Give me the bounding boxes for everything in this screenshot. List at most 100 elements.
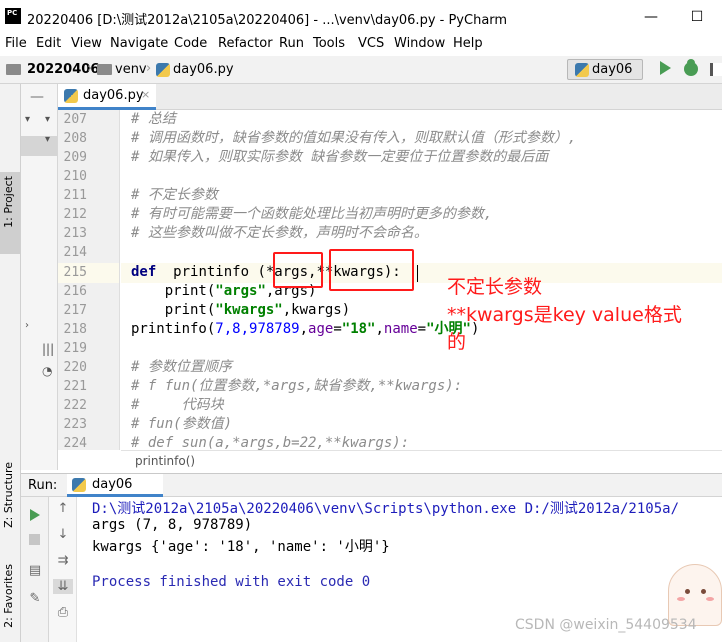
debug-bug-icon[interactable] (684, 59, 698, 76)
code-line-222: # 代码块 (131, 397, 224, 413)
run-tab-day06[interactable]: day06 (67, 474, 163, 497)
menu-navigate[interactable]: Navigate (110, 36, 168, 51)
code-token: print( (131, 283, 216, 299)
mascot-eye (685, 589, 690, 594)
string-literal: "args" (215, 283, 266, 299)
function-breadcrumb[interactable]: printinfo() (135, 454, 195, 468)
code-line-218: printinfo(7,8,978789,age="18",name="小明") (131, 320, 479, 339)
project-panel: — ▾ ▾ ▾ › ||| ◔ (21, 84, 58, 470)
rerun-icon[interactable] (30, 509, 40, 521)
code-token: print( (131, 302, 216, 318)
left-tool-strip: 1: Project Z: Structure 2: Favorites (0, 84, 21, 642)
line-number: 215 (63, 265, 87, 280)
menu-bar: File Edit View Navigate Code Refactor Ru… (0, 34, 722, 56)
run-with-coverage-icon[interactable] (710, 63, 722, 76)
line-number: 220 (63, 360, 87, 375)
run-configuration-dropdown[interactable]: day06 (567, 59, 643, 80)
chevron-down-icon[interactable]: ▾ (45, 114, 50, 125)
close-icon[interactable]: × (141, 88, 150, 101)
console-line: kwargs {'age': '18', 'name': '小明'} (92, 539, 390, 555)
scroll-to-end-icon[interactable]: ⇊ (53, 579, 73, 594)
line-number: 211 (63, 188, 87, 203)
code-line-223: # fun(参数值) (131, 416, 233, 432)
project-tool-button[interactable]: 1: Project (2, 176, 15, 228)
line-number: 221 (63, 379, 87, 394)
annotation-kwargs-note: **kwargs是key value格式 (447, 304, 682, 326)
title-bar: PC 20220406 [D:\测试2012a\2105a\20220406] … (0, 0, 722, 34)
menu-code[interactable]: Code (174, 36, 207, 51)
breadcrumb-file[interactable]: day06.py (173, 62, 234, 77)
code-editor[interactable]: # 总结 # 调用函数时，缺省参数的值如果没有传入，则取默认值（形式参数）, #… (121, 110, 722, 450)
line-number: 214 (63, 245, 87, 260)
code-line-217: print("kwargs",kwargs) (131, 301, 350, 320)
maximize-button[interactable]: ☐ (684, 6, 710, 28)
arrow-down-icon[interactable]: ↓ (53, 527, 73, 542)
code-line-212: # 有时可能需要一个函数能处理比当初声明时更多的参数, (131, 206, 493, 222)
run-icon[interactable] (660, 61, 671, 75)
soft-wrap-icon[interactable]: ⇉ (53, 553, 73, 568)
console-line: D:\测试2012a\2105a\20220406\venv\Scripts\p… (92, 501, 680, 517)
mascot-eye (701, 589, 706, 594)
code-token: = (417, 321, 427, 337)
window-title: 20220406 [D:\测试2012a\2105a\20220406] - .… (27, 13, 508, 28)
selected-tree-row[interactable] (21, 136, 57, 156)
chevron-right-icon[interactable]: › (25, 320, 29, 331)
python-file-icon (72, 478, 86, 492)
line-number: 209 (63, 150, 87, 165)
menu-run[interactable]: Run (279, 36, 304, 51)
mascot-blush (706, 597, 714, 601)
arrow-up-icon[interactable]: ↑ (53, 501, 73, 516)
menu-file[interactable]: File (5, 36, 27, 51)
chevron-down-icon[interactable]: ▾ (25, 114, 30, 125)
code-token: = (333, 321, 342, 337)
line-number: 222 (63, 398, 87, 413)
number-literal: 7,8,978789 (215, 321, 300, 337)
layout-icon[interactable]: ▤ (25, 563, 45, 578)
favorites-tool-button[interactable]: 2: Favorites (2, 564, 15, 628)
menu-refactor[interactable]: Refactor (218, 36, 273, 51)
breadcrumb-folder[interactable]: venv (115, 62, 147, 77)
line-number: 224 (63, 436, 87, 450)
annotation-kwargs-note-cont: 的 (447, 331, 467, 353)
structure-tool-button[interactable]: Z: Structure (2, 462, 15, 528)
gear-icon[interactable]: — (30, 89, 44, 105)
text-caret (417, 265, 418, 282)
code-token: ,kwargs) (282, 302, 351, 318)
code-line-208: # 调用函数时，缺省参数的值如果没有传入，则取默认值（形式参数）, (131, 130, 577, 146)
code-token: , (299, 321, 309, 337)
pycharm-logo-icon: PC (5, 8, 21, 24)
menu-help[interactable]: Help (453, 36, 483, 51)
menu-tools[interactable]: Tools (313, 36, 345, 51)
menu-edit[interactable]: Edit (36, 36, 61, 51)
line-number: 223 (63, 417, 87, 432)
tab-day06[interactable]: day06.py × (58, 84, 156, 110)
line-number-gutter: 207 208 209 210 211 212 213 214 215 216 … (58, 110, 120, 450)
keyword-argument: age (308, 321, 334, 337)
code-breadcrumb-bar: printinfo() (121, 450, 722, 472)
menu-vcs[interactable]: VCS (358, 36, 384, 51)
stop-icon[interactable] (29, 534, 40, 545)
annotation-variable-args: 不定长参数 (447, 276, 543, 298)
code-line-220: # 参数位置顺序 (131, 359, 232, 375)
chevron-down-icon[interactable]: ▾ (45, 134, 50, 145)
chevron-right-icon: › (87, 61, 93, 76)
console-line: args (7, 8, 978789) (92, 517, 253, 533)
code-line-224: # def sun(a,*args,b=22,**kwargs): (131, 435, 410, 450)
line-number: 208 (63, 131, 87, 146)
csdn-watermark: CSDN @weixin_54409534 (515, 617, 697, 633)
run-toolbar-secondary: ↑ ↓ ⇉ ⇊ ⎙ (49, 497, 77, 642)
menu-window[interactable]: Window (394, 36, 445, 51)
menu-view[interactable]: View (71, 36, 102, 51)
minimize-button[interactable]: — (638, 6, 664, 28)
string-literal: "18" (341, 321, 376, 337)
args-highlight-box (273, 252, 323, 288)
print-icon[interactable]: ⎙ (53, 605, 73, 620)
run-toolbar: ▤ ✎ (21, 497, 49, 642)
pin-icon[interactable]: ✎ (25, 591, 45, 606)
python-file-icon (156, 63, 170, 77)
python-file-icon (64, 89, 78, 103)
line-number: 207 (63, 112, 87, 127)
navigation-bar: 20220406 › venv › day06.py day06 (0, 56, 722, 84)
line-number: 213 (63, 226, 87, 241)
editor-tab-bar: day06.py × (58, 84, 722, 110)
